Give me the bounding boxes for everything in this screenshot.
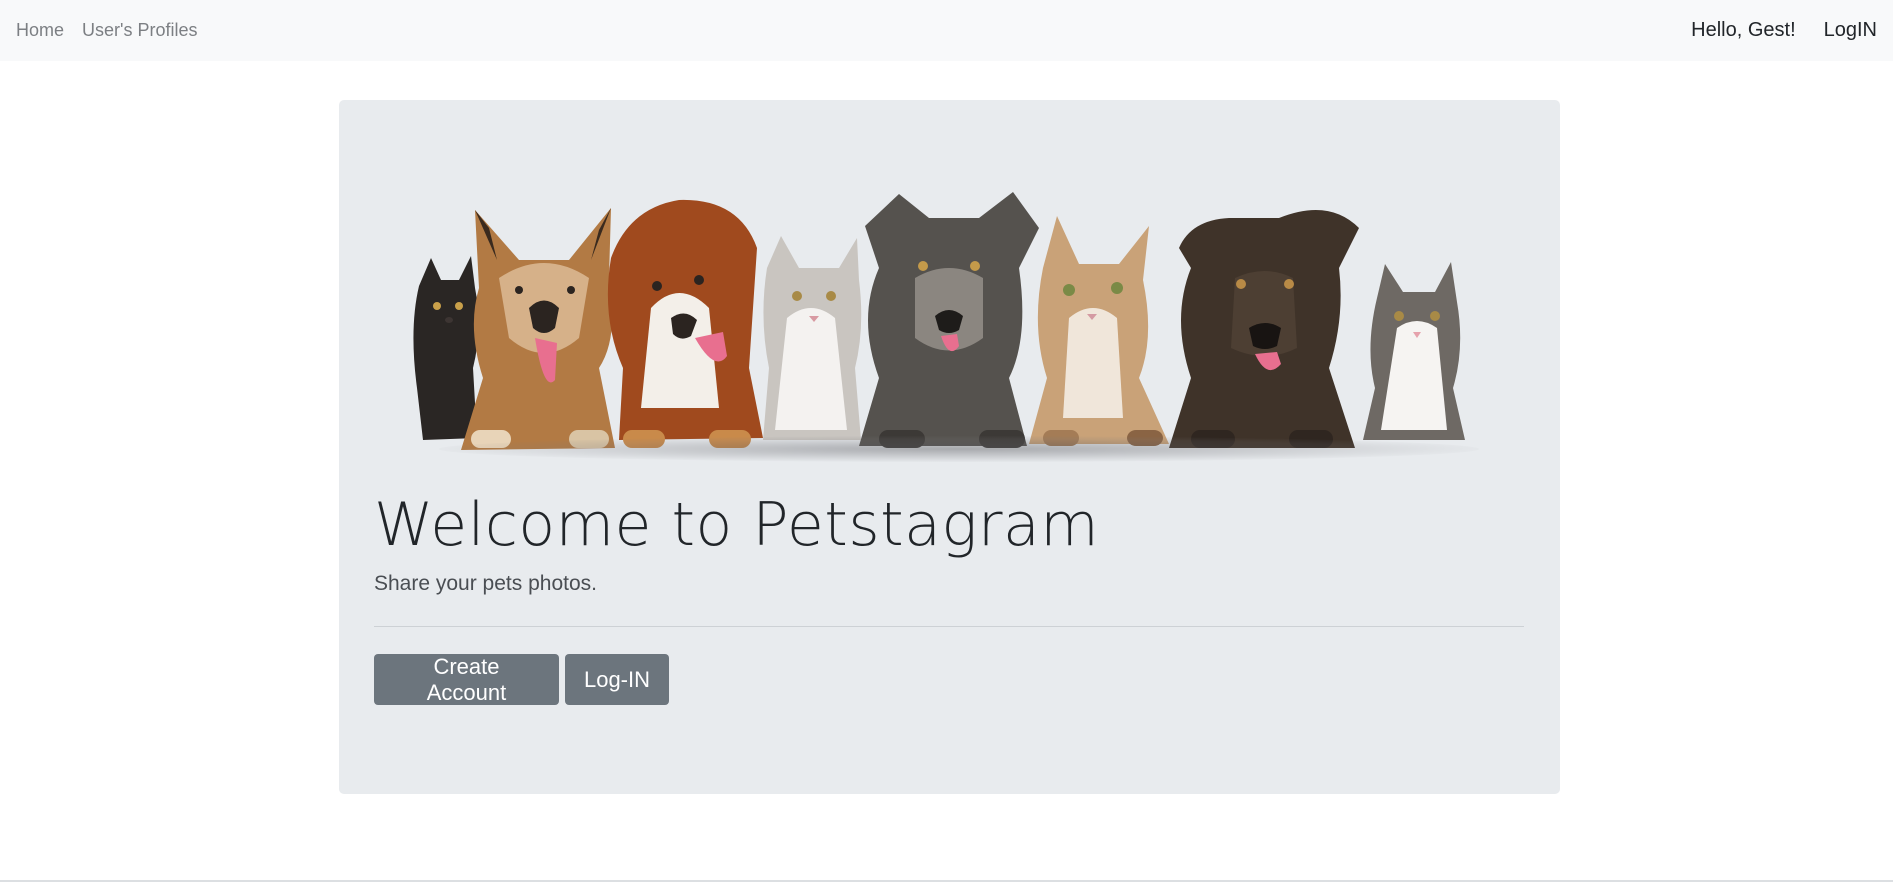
- login-button[interactable]: Log-IN: [565, 654, 669, 705]
- tabby-cat: [1029, 216, 1169, 446]
- nav-link-login[interactable]: LogIN: [1824, 19, 1877, 42]
- black-cat: [413, 256, 479, 440]
- page-title: Welcome to Petstagram: [374, 490, 1100, 560]
- nav-link-users-profiles[interactable]: User's Profiles: [82, 20, 197, 41]
- create-account-button[interactable]: Create Account: [374, 654, 559, 705]
- tabby-white-kitten: [1363, 262, 1465, 440]
- nav-right-group: Hello, Gest! LogIN: [1691, 19, 1877, 42]
- nav-left-group: Home User's Profiles: [16, 20, 215, 41]
- top-navbar: Home User's Profiles Hello, Gest! LogIN: [0, 0, 1893, 61]
- grey-terrier-dog: [859, 192, 1039, 448]
- nav-link-home[interactable]: Home: [16, 20, 64, 41]
- footer-rule: [0, 880, 1893, 882]
- page-subtitle: Share your pets photos.: [374, 572, 597, 595]
- shepherd-dog: [461, 208, 615, 450]
- banner-shadow: [439, 436, 1479, 462]
- section-divider: [374, 626, 1524, 627]
- collie-mix-dog: [607, 199, 763, 448]
- grey-white-cat: [763, 236, 862, 440]
- welcome-jumbotron: Welcome to Petstagram Share your pets ph…: [339, 100, 1560, 794]
- brindle-dog: [1169, 210, 1359, 448]
- user-greeting: Hello, Gest!: [1691, 19, 1796, 41]
